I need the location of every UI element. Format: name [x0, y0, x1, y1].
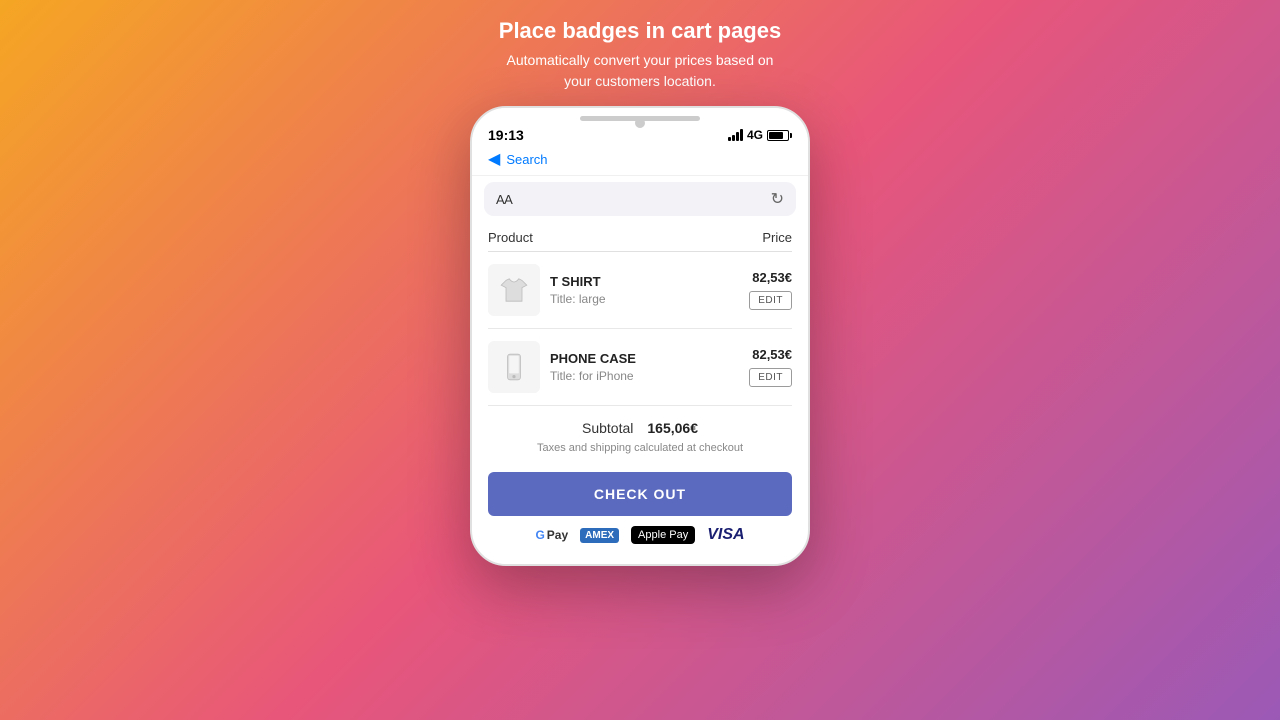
tshirt-icon	[498, 274, 530, 306]
signal-bars-icon	[728, 129, 743, 141]
phonecase-icon	[498, 351, 530, 383]
headline-subtitle: Automatically convert your prices based …	[499, 50, 781, 92]
payment-icons: GPay AMEX Apple Pay VISA	[488, 526, 792, 556]
col-product-header: Product	[488, 230, 533, 245]
phone-notch	[472, 108, 808, 125]
cart-content: Product Price T SHIRT Title: large 82,53…	[472, 222, 808, 556]
notch-dot	[635, 118, 645, 128]
tax-note: Taxes and shipping calculated at checkou…	[537, 442, 743, 454]
headline-title: Place badges in cart pages	[499, 18, 781, 44]
cart-header: Product Price	[488, 222, 792, 252]
tshirt-variant: Title: large	[550, 292, 739, 306]
nav-back-label[interactable]: Search	[506, 152, 547, 167]
cart-item-tshirt: T SHIRT Title: large 82,53€ EDIT	[488, 252, 792, 329]
nav-bar: ◀ Search	[472, 145, 808, 176]
subtotal-section: Subtotal 165,06€ Taxes and shipping calc…	[488, 406, 792, 464]
phone-bottom	[472, 556, 808, 564]
subtotal-row: Subtotal 165,06€	[582, 420, 698, 436]
google-pay-icon: GPay	[535, 528, 568, 542]
visa-icon: VISA	[707, 526, 744, 544]
page-wrapper: Place badges in cart pages Automatically…	[0, 0, 1280, 720]
status-bar: 19:13 4G	[472, 125, 808, 145]
refresh-icon[interactable]: ↻	[771, 189, 784, 209]
tshirt-price: 82,53€	[752, 270, 792, 285]
browser-bar[interactable]: AA ↻	[484, 182, 796, 216]
amex-icon: AMEX	[580, 528, 619, 543]
phonecase-edit-button[interactable]: EDIT	[749, 368, 792, 387]
back-arrow-icon: ◀	[488, 149, 500, 169]
text-size-label[interactable]: AA	[496, 192, 512, 207]
tshirt-name: T SHIRT	[550, 274, 739, 289]
phonecase-variant: Title: for iPhone	[550, 369, 739, 383]
col-price-header: Price	[762, 230, 792, 245]
status-time: 19:13	[488, 127, 524, 143]
phone-mockup: 19:13 4G ◀ Search AA ↻	[470, 106, 810, 566]
tshirt-details: T SHIRT Title: large	[550, 274, 739, 306]
checkout-button[interactable]: CHECK OUT	[488, 472, 792, 516]
phonecase-price: 82,53€	[752, 347, 792, 362]
cart-item-phonecase: PHONE CASE Title: for iPhone 82,53€ EDIT	[488, 329, 792, 406]
subtotal-label: Subtotal	[582, 420, 633, 436]
phonecase-details: PHONE CASE Title: for iPhone	[550, 351, 739, 383]
status-icons: 4G	[728, 128, 792, 142]
tshirt-image	[488, 264, 540, 316]
phonecase-right: 82,53€ EDIT	[749, 347, 792, 387]
battery-icon	[767, 130, 792, 141]
phonecase-name: PHONE CASE	[550, 351, 739, 366]
headline-section: Place badges in cart pages Automatically…	[499, 18, 781, 92]
network-type-label: 4G	[747, 128, 763, 142]
apple-pay-icon: Apple Pay	[631, 526, 695, 544]
phonecase-image	[488, 341, 540, 393]
subtotal-value: 165,06€	[647, 420, 698, 436]
tshirt-right: 82,53€ EDIT	[749, 270, 792, 310]
tshirt-edit-button[interactable]: EDIT	[749, 291, 792, 310]
